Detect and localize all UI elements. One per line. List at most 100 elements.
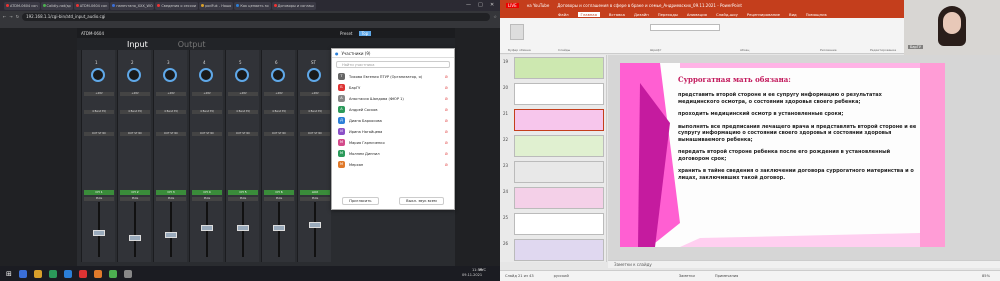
- participant-row[interactable]: Т Тихова Евгения ПТУР (Организатор, я) ⊘: [332, 71, 454, 82]
- participant-row[interactable]: И Ирина Нагайцева ⊘: [332, 126, 454, 137]
- mic-muted-icon[interactable]: ⊘: [445, 162, 448, 167]
- forward-icon[interactable]: →: [9, 14, 12, 19]
- eq-button[interactable]: 4 Band EQ: [84, 110, 114, 114]
- ribbon-tab[interactable]: Слайд-шоу: [716, 12, 738, 17]
- mute-all-button[interactable]: Выкл. звук всем: [399, 197, 444, 205]
- fader-handle[interactable]: [93, 229, 105, 236]
- slide-thumbnail[interactable]: [514, 135, 604, 157]
- eq-button[interactable]: 4 Band EQ: [300, 110, 330, 114]
- slide-thumbnail[interactable]: [514, 239, 604, 261]
- word-icon[interactable]: [123, 269, 132, 278]
- participant-row[interactable]: М Мерхан ⊘: [332, 159, 454, 170]
- ribbon-tab[interactable]: Вставка: [609, 12, 625, 17]
- star-icon[interactable]: ☆: [493, 14, 497, 19]
- tab-output[interactable]: Output: [178, 40, 206, 49]
- minimize-button[interactable]: —: [466, 2, 471, 8]
- mute-button[interactable]: Mute: [300, 197, 330, 201]
- ribbon-tab[interactable]: Рецензирование: [747, 12, 780, 17]
- invite-button[interactable]: Пригласить: [342, 197, 379, 205]
- fader-handle[interactable]: [309, 222, 321, 228]
- firefox-icon[interactable]: [93, 269, 102, 278]
- slide-thumbnail[interactable]: [514, 213, 604, 235]
- mic-muted-icon[interactable]: ⊘: [445, 151, 448, 156]
- preset-select[interactable]: Top: [358, 30, 372, 36]
- gain-knob[interactable]: [91, 68, 105, 82]
- fader-handle[interactable]: [273, 224, 285, 231]
- ribbon-tab[interactable]: Переходы: [658, 12, 678, 17]
- url-input[interactable]: 192.168.1.1/cgi-bin/atd_input_audio.cgi: [22, 12, 491, 21]
- slide-thumbnail[interactable]: [514, 57, 604, 79]
- slide-thumbnail[interactable]: [514, 109, 604, 131]
- fader-handle[interactable]: [129, 234, 141, 241]
- eq-button[interactable]: 4 Band EQ: [120, 110, 150, 114]
- mic-muted-icon[interactable]: ⊘: [445, 140, 448, 145]
- comments-toggle[interactable]: Примечания: [715, 274, 738, 278]
- maximize-button[interactable]: □: [478, 2, 483, 8]
- chrome-icon[interactable]: [108, 269, 117, 278]
- mic-muted-icon[interactable]: ⊘: [445, 118, 448, 123]
- mic-muted-icon[interactable]: ⊘: [445, 74, 448, 79]
- ribbon-tab[interactable]: Дизайн: [634, 12, 649, 17]
- reload-icon[interactable]: ↻: [16, 14, 19, 19]
- ribbon-tab[interactable]: Вид: [789, 12, 797, 17]
- phantom-power-button[interactable]: +48V: [300, 92, 330, 96]
- zoom-level[interactable]: 85%: [982, 274, 990, 278]
- slide-thumbnail[interactable]: [514, 187, 604, 209]
- gain-knob[interactable]: [199, 68, 213, 82]
- out-route-button[interactable]: OUT ST NC: [228, 132, 258, 136]
- search-icon[interactable]: [18, 269, 27, 278]
- powerpoint-taskbar-icon[interactable]: [78, 269, 87, 278]
- explorer-icon[interactable]: [33, 269, 42, 278]
- out-route-button[interactable]: OUT ST NC: [192, 132, 222, 136]
- notes-pane[interactable]: Заметки к слайду: [608, 260, 1000, 268]
- gain-knob[interactable]: [307, 68, 321, 82]
- mute-button[interactable]: Mute: [84, 197, 114, 201]
- phantom-power-button[interactable]: +48V: [192, 92, 222, 96]
- browser-tab[interactable]: Сведения о сессии: [155, 1, 199, 10]
- paste-icon[interactable]: [510, 24, 524, 40]
- tab-input[interactable]: Input: [127, 40, 148, 49]
- eq-button[interactable]: 4 Band EQ: [264, 110, 294, 114]
- mic-muted-icon[interactable]: ⊘: [445, 85, 448, 90]
- participant-row[interactable]: А Андрей Сосков ⊘: [332, 104, 454, 115]
- mute-button[interactable]: Mute: [228, 197, 258, 201]
- gain-knob[interactable]: [127, 68, 141, 82]
- gain-knob[interactable]: [235, 68, 249, 82]
- youtube-tab[interactable]: на YouTube: [527, 3, 550, 8]
- fader-handle[interactable]: [237, 224, 249, 231]
- phantom-power-button[interactable]: +48V: [228, 92, 258, 96]
- browser-tab[interactable]: напечтано_XXX_WO: [110, 1, 155, 10]
- mute-button[interactable]: Mute: [156, 197, 186, 201]
- participant-row[interactable]: Д Диана Баркосова ⊘: [332, 115, 454, 126]
- back-icon[interactable]: ←: [3, 14, 6, 19]
- out-route-button[interactable]: OUT ST NC: [156, 132, 186, 136]
- participant-row[interactable]: Б БарГУ ⊘: [332, 82, 454, 93]
- whatsapp-icon[interactable]: [48, 269, 57, 278]
- slide-thumbnail[interactable]: [514, 83, 604, 105]
- mic-muted-icon[interactable]: ⊘: [445, 129, 448, 134]
- browser-tab[interactable]: ATDM-0604 con: [73, 1, 110, 10]
- windows-start-icon[interactable]: ⊞: [6, 270, 12, 278]
- ribbon-tab[interactable]: Главная: [577, 11, 600, 17]
- out-route-button[interactable]: OUT ST NC: [264, 132, 294, 136]
- browser-tab[interactable]: Договоры и соглаш: [271, 1, 316, 10]
- participant-row[interactable]: М Мария Гарниченко ⊘: [332, 137, 454, 148]
- phantom-power-button[interactable]: +48V: [84, 92, 114, 96]
- gain-knob[interactable]: [163, 68, 177, 82]
- slide-thumbnail[interactable]: [514, 161, 604, 183]
- out-route-button[interactable]: OUT ST NC: [120, 132, 150, 136]
- browser-tab[interactable]: ATDM-0604 con: [4, 1, 40, 10]
- phantom-power-button[interactable]: +48V: [264, 92, 294, 96]
- ribbon-tab[interactable]: Помощник: [806, 12, 827, 17]
- close-button[interactable]: ✕: [490, 2, 494, 8]
- eq-button[interactable]: 4 Band EQ: [156, 110, 186, 114]
- participant-row[interactable]: М Молнем Диннил ⊘: [332, 148, 454, 159]
- mute-button[interactable]: Mute: [264, 197, 294, 201]
- mic-muted-icon[interactable]: ⊘: [445, 96, 448, 101]
- gain-knob[interactable]: [271, 68, 285, 82]
- browser-tab[interactable]: podFuk - Ношо: [199, 1, 234, 10]
- phantom-power-button[interactable]: +48V: [120, 92, 150, 96]
- mic-muted-icon[interactable]: ⊘: [445, 107, 448, 112]
- fader-handle[interactable]: [165, 232, 177, 238]
- phantom-power-button[interactable]: +48V: [156, 92, 186, 96]
